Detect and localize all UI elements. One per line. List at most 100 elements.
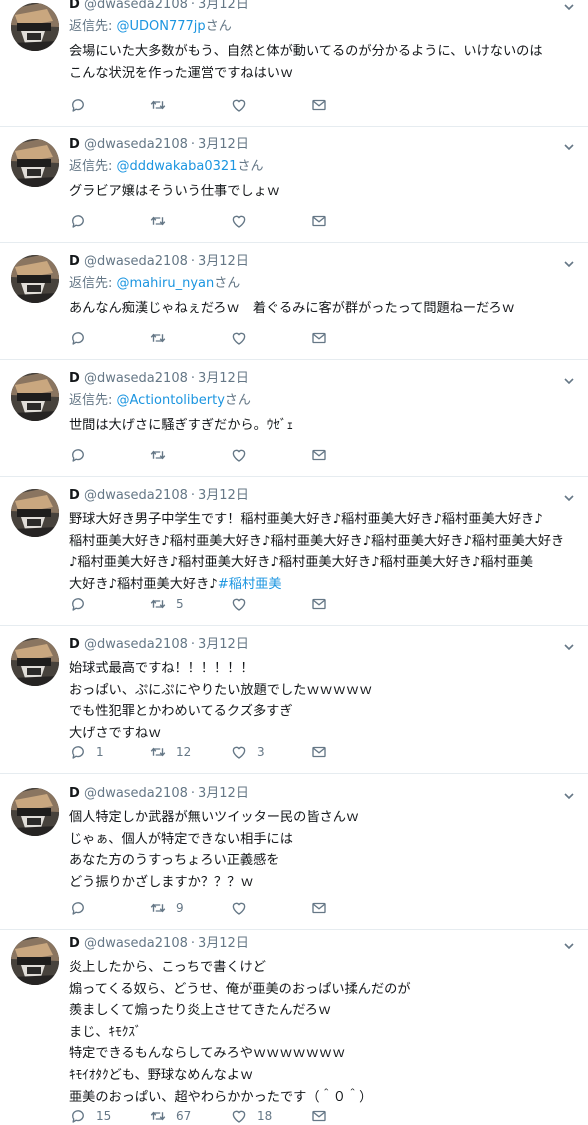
reply-mention-link[interactable]: @dddwakaba0321: [117, 159, 238, 174]
reply-button[interactable]: [69, 95, 96, 115]
direct-message-button[interactable]: [310, 898, 328, 918]
retweet-button[interactable]: [149, 95, 176, 115]
direct-message-button[interactable]: [310, 742, 328, 762]
display-name[interactable]: D: [69, 137, 80, 152]
tweet[interactable]: D @dwaseda2108 · 3月12日 始球式最高ですね！！！！！！ おっぱい、ぷ…: [0, 626, 588, 774]
display-name[interactable]: D: [69, 637, 80, 652]
display-name[interactable]: D: [69, 0, 80, 12]
chevron-down-icon[interactable]: [562, 256, 576, 270]
avatar[interactable]: [11, 937, 59, 985]
chevron-down-icon[interactable]: [562, 490, 576, 504]
direct-message-button[interactable]: [310, 328, 328, 348]
reply-button[interactable]: 1: [69, 742, 104, 762]
display-name[interactable]: D: [69, 254, 80, 269]
reply-icon: [69, 899, 87, 917]
display-name[interactable]: D: [69, 936, 80, 951]
avatar[interactable]: [11, 638, 59, 686]
chevron-down-icon[interactable]: [562, 639, 576, 653]
retweet-button[interactable]: [149, 445, 176, 465]
mail-icon: [310, 743, 328, 761]
tweet-actions: 15 67 18: [69, 1106, 349, 1125]
reply-icon: [69, 212, 87, 230]
display-name[interactable]: D: [69, 371, 80, 386]
tweet-text: 世間は大げさに騒ぎすぎだから。ｳｾﾞｪ: [69, 415, 579, 437]
retweet-button[interactable]: 12: [149, 742, 191, 762]
timestamp[interactable]: 3月12日: [198, 137, 249, 152]
chevron-down-icon[interactable]: [562, 788, 576, 802]
tweet[interactable]: D @dwaseda2108 · 3月12日 野球大好き男子中学生です！稲村亜美大好き…: [0, 477, 588, 626]
retweet-count: 9: [176, 901, 184, 915]
separator: ·: [190, 637, 196, 652]
handle[interactable]: @dwaseda2108: [84, 254, 188, 269]
handle[interactable]: @dwaseda2108: [84, 786, 188, 801]
chevron-down-icon[interactable]: [562, 0, 576, 13]
tweet[interactable]: D @dwaseda2108 · 3月12日 返信先: @UDON777jpさん 会場に…: [0, 0, 588, 127]
avatar[interactable]: [11, 373, 59, 421]
like-count: 3: [257, 745, 265, 759]
chevron-down-icon[interactable]: [562, 938, 576, 952]
chevron-down-icon[interactable]: [562, 373, 576, 387]
direct-message-button[interactable]: [310, 445, 328, 465]
tweet-text-line: でも性犯罪とかわめいてるクズ多すぎ: [69, 704, 293, 720]
handle[interactable]: @dwaseda2108: [84, 137, 188, 152]
retweet-button[interactable]: 5: [149, 594, 184, 614]
reply-button[interactable]: [69, 328, 96, 348]
display-name[interactable]: D: [69, 786, 80, 801]
chevron-down-icon[interactable]: [562, 139, 576, 153]
tweet[interactable]: D @dwaseda2108 · 3月12日 返信先: @Actiontolibert…: [0, 360, 588, 477]
direct-message-button[interactable]: [310, 95, 328, 115]
reply-mention-link[interactable]: @Actiontoliberty: [117, 393, 225, 408]
reply-button[interactable]: [69, 445, 96, 465]
hashtag-link[interactable]: #稲村亜美: [218, 577, 282, 592]
reply-mention-link[interactable]: @UDON777jp: [117, 19, 206, 34]
tweet[interactable]: D @dwaseda2108 · 3月12日 返信先: @mahiru_nyanさんあ…: [0, 243, 588, 360]
handle[interactable]: @dwaseda2108: [84, 488, 188, 503]
avatar[interactable]: [11, 139, 59, 187]
reply-mention-link[interactable]: @mahiru_nyan: [117, 276, 215, 291]
timestamp[interactable]: 3月12日: [198, 254, 249, 269]
like-button[interactable]: [230, 95, 257, 115]
reply-context: 返信先: @mahiru_nyanさん: [69, 275, 240, 293]
display-name[interactable]: D: [69, 488, 80, 503]
tweet[interactable]: D @dwaseda2108 · 3月12日 炎上したから、こっちで書くけど 煽ってくる…: [0, 930, 588, 1125]
direct-message-button[interactable]: [310, 1106, 328, 1125]
like-button[interactable]: 18: [230, 1106, 272, 1125]
reply-context: 返信先: @UDON777jpさん: [69, 18, 232, 36]
handle[interactable]: @dwaseda2108: [84, 637, 188, 652]
like-button[interactable]: [230, 445, 257, 465]
retweet-button[interactable]: [149, 211, 176, 231]
avatar[interactable]: [11, 788, 59, 836]
timestamp[interactable]: 3月12日: [198, 786, 249, 801]
like-button[interactable]: [230, 594, 257, 614]
reply-icon: [69, 595, 87, 613]
handle[interactable]: @dwaseda2108: [84, 0, 188, 12]
timestamp[interactable]: 3月12日: [198, 637, 249, 652]
timestamp[interactable]: 3月12日: [198, 0, 249, 12]
heart-icon: [230, 899, 248, 917]
like-button[interactable]: [230, 211, 257, 231]
timestamp[interactable]: 3月12日: [198, 371, 249, 386]
like-button[interactable]: [230, 898, 257, 918]
avatar[interactable]: [11, 255, 59, 303]
reply-button[interactable]: [69, 594, 96, 614]
reply-button[interactable]: 15: [69, 1106, 111, 1125]
avatar[interactable]: [11, 3, 59, 51]
tweet-text-line: 始球式最高ですね！！！！！！: [69, 661, 254, 676]
tweet[interactable]: D @dwaseda2108 · 3月12日 個人特定しか武器が無いツイッター民の皆さ…: [0, 774, 588, 930]
retweet-button[interactable]: [149, 328, 176, 348]
reply-button[interactable]: [69, 898, 96, 918]
retweet-button[interactable]: 67: [149, 1106, 191, 1125]
avatar[interactable]: [11, 489, 59, 537]
retweet-button[interactable]: 9: [149, 898, 184, 918]
timestamp[interactable]: 3月12日: [198, 936, 249, 951]
handle[interactable]: @dwaseda2108: [84, 371, 188, 386]
mail-icon: [310, 329, 328, 347]
like-button[interactable]: 3: [230, 742, 265, 762]
direct-message-button[interactable]: [310, 211, 328, 231]
direct-message-button[interactable]: [310, 594, 328, 614]
handle[interactable]: @dwaseda2108: [84, 936, 188, 951]
timestamp[interactable]: 3月12日: [198, 488, 249, 503]
like-button[interactable]: [230, 328, 257, 348]
tweet[interactable]: D @dwaseda2108 · 3月12日 返信先: @dddwakaba0321さ…: [0, 127, 588, 243]
reply-button[interactable]: [69, 211, 96, 231]
